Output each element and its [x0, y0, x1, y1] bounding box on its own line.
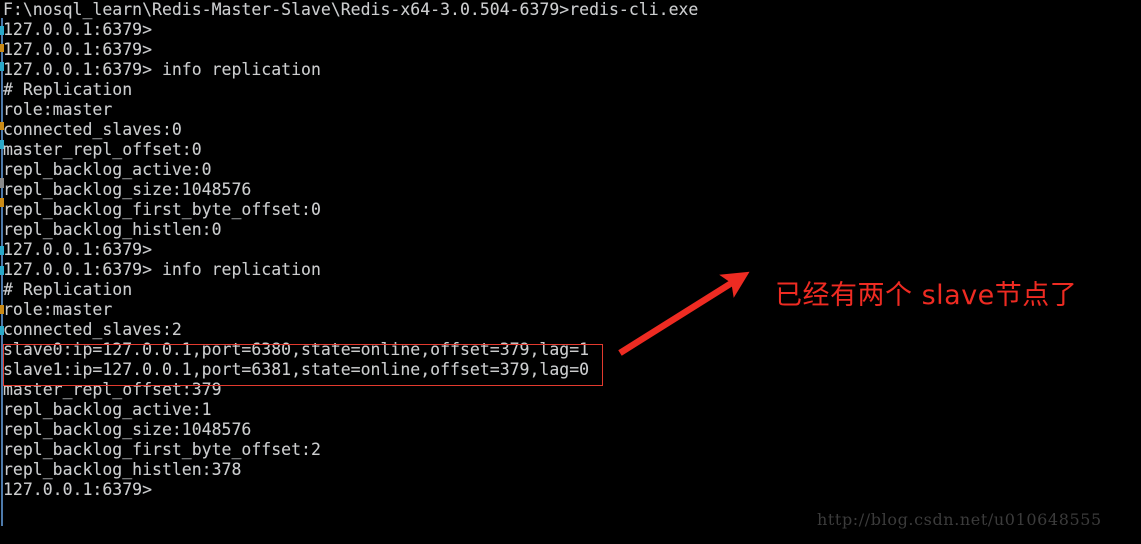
watermark-text: http://blog.csdn.net/u010648555: [817, 510, 1102, 529]
terminal-line: repl_backlog_size:1048576: [3, 420, 252, 439]
terminal-line: connected_slaves:0: [3, 120, 182, 139]
terminal-line: # Replication: [3, 80, 133, 99]
terminal-line: connected_slaves:2: [3, 320, 182, 339]
terminal-line-slave0: slave0:ip=127.0.0.1,port=6380,state=onli…: [3, 340, 590, 359]
annotation-label: 已经有两个 slave节点了: [775, 280, 1078, 311]
terminal-line: repl_backlog_active:0: [3, 160, 212, 179]
terminal-line: master_repl_offset:379: [3, 380, 222, 399]
terminal-line: 127.0.0.1:6379> info replication: [3, 260, 321, 279]
terminal-line-slave1: slave1:ip=127.0.0.1,port=6381,state=onli…: [3, 360, 590, 379]
terminal-line: role:master: [3, 100, 113, 119]
terminal-output[interactable]: F:\nosql_learn\Redis-Master-Slave\Redis-…: [3, 0, 1133, 500]
console-window[interactable]: F:\nosql_learn\Redis-Master-Slave\Redis-…: [0, 0, 1141, 544]
terminal-line-prompt: 127.0.0.1:6379>: [3, 480, 153, 499]
terminal-line: 127.0.0.1:6379> info replication: [3, 60, 321, 79]
terminal-line: F:\nosql_learn\Redis-Master-Slave\Redis-…: [3, 0, 699, 19]
terminal-line: master_repl_offset:0: [3, 140, 202, 159]
terminal-line: 127.0.0.1:6379>: [3, 40, 153, 59]
terminal-line: repl_backlog_histlen:378: [3, 460, 242, 479]
terminal-line: repl_backlog_first_byte_offset:0: [3, 200, 321, 219]
terminal-line: repl_backlog_histlen:0: [3, 220, 222, 239]
terminal-line: repl_backlog_first_byte_offset:2: [3, 440, 321, 459]
terminal-line: 127.0.0.1:6379>: [3, 20, 153, 39]
terminal-line: 127.0.0.1:6379>: [3, 240, 153, 259]
terminal-line: repl_backlog_size:1048576: [3, 180, 252, 199]
terminal-line: repl_backlog_active:1: [3, 400, 212, 419]
